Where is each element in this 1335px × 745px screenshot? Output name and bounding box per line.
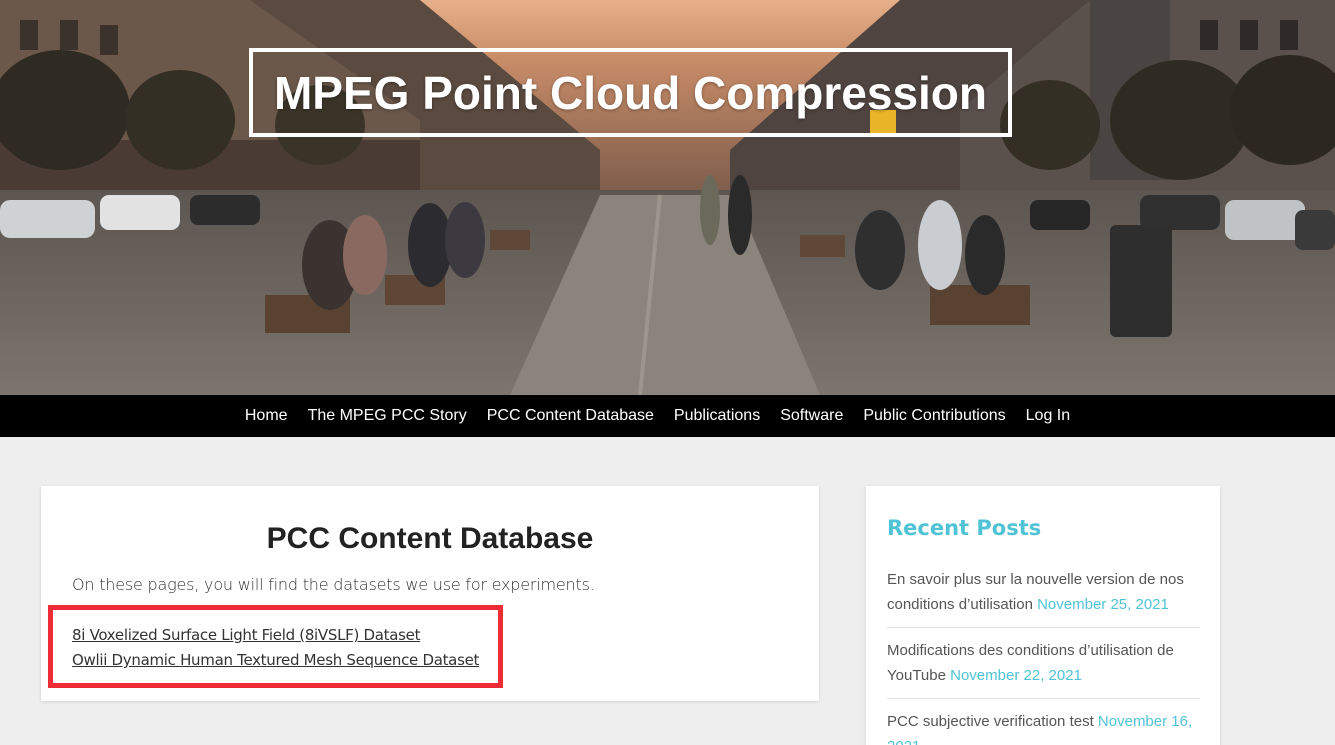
- hero-banner: MPEG Point Cloud Compression: [0, 0, 1335, 395]
- page-intro: On these pages, you will find the datase…: [72, 575, 595, 594]
- site-title-box: MPEG Point Cloud Compression: [249, 48, 1012, 137]
- nav-item-mpeg-pcc-story[interactable]: The MPEG PCC Story: [298, 407, 477, 425]
- recent-posts-list: En savoir plus sur la nouvelle version d…: [887, 567, 1200, 745]
- nav-item-publications[interactable]: Publications: [664, 407, 770, 425]
- sidebar-recent-posts: Recent Posts En savoir plus sur la nouve…: [866, 486, 1220, 745]
- list-item: En savoir plus sur la nouvelle version d…: [887, 567, 1200, 628]
- dataset-links: 8i Voxelized Surface Light Field (8iVSLF…: [72, 623, 479, 673]
- main-navigation: Home The MPEG PCC Story PCC Content Data…: [0, 395, 1335, 437]
- recent-posts-heading: Recent Posts: [887, 516, 1042, 540]
- content-card: PCC Content Database On these pages, you…: [41, 486, 819, 701]
- page-title: PCC Content Database: [266, 522, 594, 555]
- list-item: Modifications des conditions d’utilisati…: [887, 638, 1200, 699]
- dataset-link-owlii[interactable]: Owlii Dynamic Human Textured Mesh Sequen…: [72, 648, 479, 673]
- nav-item-public-contributions[interactable]: Public Contributions: [853, 407, 1015, 425]
- post-link[interactable]: PCC subjective verification test: [887, 713, 1094, 730]
- nav-item-log-in[interactable]: Log In: [1016, 407, 1080, 425]
- post-date: November 25, 2021: [1037, 596, 1169, 613]
- site-title[interactable]: MPEG Point Cloud Compression: [274, 66, 987, 120]
- post-date: November 22, 2021: [950, 667, 1082, 684]
- dataset-link-8ivslf[interactable]: 8i Voxelized Surface Light Field (8iVSLF…: [72, 623, 479, 648]
- nav-item-software[interactable]: Software: [770, 407, 853, 425]
- list-item: PCC subjective verification test Novembe…: [887, 709, 1200, 745]
- nav-item-pcc-content-database[interactable]: PCC Content Database: [477, 407, 664, 425]
- nav-item-home[interactable]: Home: [235, 407, 298, 425]
